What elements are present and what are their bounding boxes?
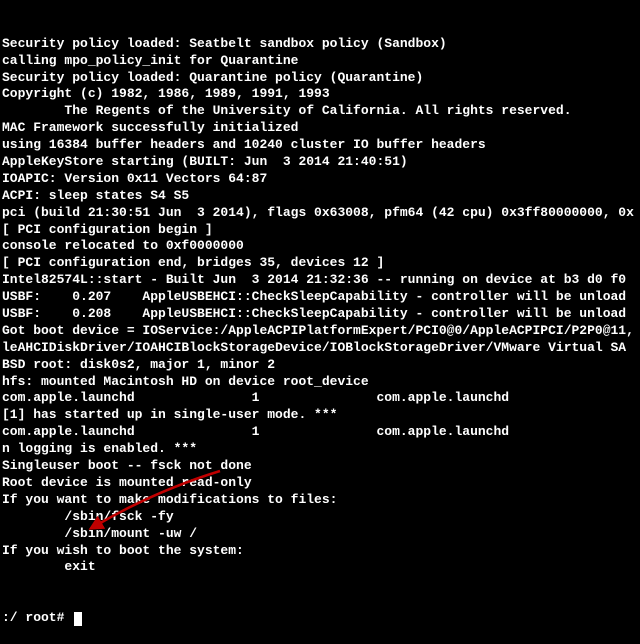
- log-line: hfs: mounted Macintosh HD on device root…: [2, 374, 638, 391]
- log-line: The Regents of the University of Califor…: [2, 103, 638, 120]
- log-line: [ PCI configuration end, bridges 35, dev…: [2, 255, 638, 272]
- boot-log: Security policy loaded: Seatbelt sandbox…: [2, 36, 638, 577]
- log-line: com.apple.launchd 1 com.apple.launchd: [2, 424, 638, 441]
- log-line: If you wish to boot the system:: [2, 543, 638, 560]
- log-line: console relocated to 0xf0000000: [2, 238, 638, 255]
- log-line: Singleuser boot -- fsck not done: [2, 458, 638, 475]
- log-line: [ PCI configuration begin ]: [2, 222, 638, 239]
- log-line: Intel82574L::start - Built Jun 3 2014 21…: [2, 272, 638, 289]
- log-line: Security policy loaded: Quarantine polic…: [2, 70, 638, 87]
- log-line: AppleKeyStore starting (BUILT: Jun 3 201…: [2, 154, 638, 171]
- log-line: /sbin/fsck -fy: [2, 509, 638, 526]
- log-line: calling mpo_policy_init for Quarantine: [2, 53, 638, 70]
- log-line: pci (build 21:30:51 Jun 3 2014), flags 0…: [2, 205, 638, 222]
- log-line: If you want to make modifications to fil…: [2, 492, 638, 509]
- log-line: using 16384 buffer headers and 10240 clu…: [2, 137, 638, 154]
- log-line: IOAPIC: Version 0x11 Vectors 64:87: [2, 171, 638, 188]
- log-line: USBF: 0.208 AppleUSBEHCI::CheckSleepCapa…: [2, 306, 638, 323]
- log-line: Copyright (c) 1982, 1986, 1989, 1991, 19…: [2, 86, 638, 103]
- log-line: leAHCIDiskDriver/IOAHCIBlockStorageDevic…: [2, 340, 638, 357]
- log-line: [1] has started up in single-user mode. …: [2, 407, 638, 424]
- prompt-line[interactable]: :/ root#: [2, 610, 638, 627]
- shell-prompt: :/ root#: [2, 610, 72, 627]
- cursor: [74, 612, 82, 626]
- log-line: n logging is enabled. ***: [2, 441, 638, 458]
- terminal-output: Security policy loaded: Seatbelt sandbox…: [2, 2, 638, 644]
- log-line: Got boot device = IOService:/AppleACPIPl…: [2, 323, 638, 340]
- log-line: Security policy loaded: Seatbelt sandbox…: [2, 36, 638, 53]
- log-line: ACPI: sleep states S4 S5: [2, 188, 638, 205]
- log-line: Root device is mounted read-only: [2, 475, 638, 492]
- log-line: BSD root: disk0s2, major 1, minor 2: [2, 357, 638, 374]
- log-line: /sbin/mount -uw /: [2, 526, 638, 543]
- log-line: MAC Framework successfully initialized: [2, 120, 638, 137]
- log-line: USBF: 0.207 AppleUSBEHCI::CheckSleepCapa…: [2, 289, 638, 306]
- log-line: exit: [2, 559, 638, 576]
- log-line: com.apple.launchd 1 com.apple.launchd: [2, 390, 638, 407]
